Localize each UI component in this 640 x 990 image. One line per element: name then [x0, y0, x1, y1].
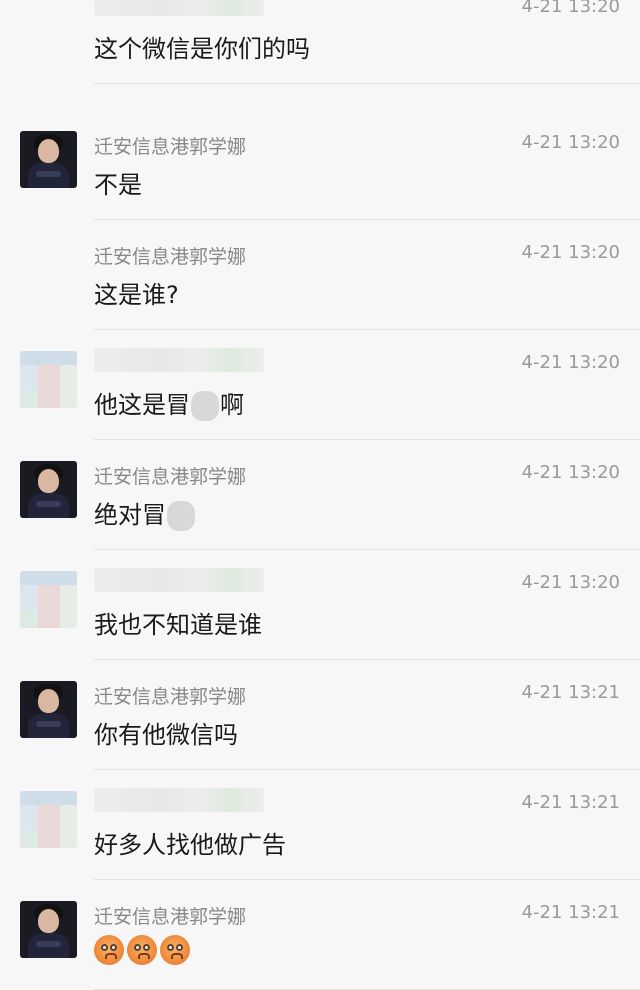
- frown-emoji-icon: [127, 935, 157, 965]
- message-time: 4-21 13:21: [521, 682, 620, 703]
- message-emoji-row: [94, 935, 193, 965]
- frown-emoji-icon: [94, 935, 124, 965]
- avatar[interactable]: [20, 681, 77, 738]
- message-time: 4-21 13:20: [521, 462, 620, 483]
- message-item[interactable]: 4-21 13:20 我也不知道是谁: [0, 550, 640, 660]
- sender-name: 迁安信息港郭学娜: [94, 136, 247, 158]
- message-time: 4-21 13:20: [521, 242, 620, 263]
- message-time: 4-21 13:21: [521, 902, 620, 923]
- message-text: 你有他微信吗: [94, 721, 238, 749]
- message-text: 他这是冒 啊: [94, 385, 244, 421]
- redaction-blot: [191, 391, 219, 421]
- message-item[interactable]: 迁安信息港郭学娜 4-21 13:20 绝对冒: [0, 440, 640, 550]
- frown-emoji-icon: [160, 935, 190, 965]
- avatar-blurred[interactable]: [20, 791, 77, 848]
- message-item[interactable]: 4-21 13:20 这个微信是你们的吗: [0, 0, 640, 84]
- avatar[interactable]: [20, 461, 77, 518]
- sender-name: 迁安信息港郭学娜: [94, 466, 247, 488]
- message-item[interactable]: 迁安信息港郭学娜 4-21 13:20 这是谁?: [0, 220, 640, 330]
- avatar[interactable]: [20, 901, 77, 958]
- avatar[interactable]: [20, 131, 77, 188]
- message-item[interactable]: 迁安信息港郭学娜 4-21 13:21 你有他微信吗: [0, 660, 640, 770]
- message-time: 4-21 13:21: [521, 792, 620, 813]
- avatar-blurred[interactable]: [20, 351, 77, 408]
- sender-name-redacted: [94, 0, 264, 16]
- message-text: 我也不知道是谁: [94, 611, 262, 639]
- message-time: 4-21 13:20: [521, 572, 620, 593]
- sender-name: 迁安信息港郭学娜: [94, 686, 247, 708]
- message-text-before: 他这是冒: [94, 391, 190, 419]
- message-item[interactable]: 4-21 13:21 好多人找他做广告: [0, 770, 640, 880]
- message-item[interactable]: 迁安信息港郭学娜 4-21 13:20 不是: [0, 110, 640, 220]
- message-time: 4-21 13:20: [521, 352, 620, 373]
- sender-name-redacted: [94, 568, 264, 592]
- sender-name-redacted: [94, 348, 264, 372]
- message-text: 这是谁?: [94, 281, 179, 309]
- message-text-after: 啊: [220, 391, 244, 419]
- message-time: 4-21 13:20: [521, 132, 620, 153]
- avatar-blurred[interactable]: [20, 571, 77, 628]
- message-text: 好多人找他做广告: [94, 831, 286, 859]
- sender-name-redacted: [94, 788, 264, 812]
- redaction-blot: [167, 501, 195, 531]
- message-text-before: 绝对冒: [94, 501, 166, 529]
- sender-name: 迁安信息港郭学娜: [94, 906, 247, 928]
- message-text: 这个微信是你们的吗: [94, 35, 310, 63]
- message-text: 绝对冒: [94, 495, 196, 531]
- message-item[interactable]: 迁安信息港郭学娜 4-21 13:21: [0, 880, 640, 990]
- message-time: 4-21 13:20: [521, 0, 620, 17]
- message-text: 不是: [94, 171, 142, 199]
- message-item[interactable]: 4-21 13:20 他这是冒 啊: [0, 330, 640, 440]
- sender-name: 迁安信息港郭学娜: [94, 246, 247, 268]
